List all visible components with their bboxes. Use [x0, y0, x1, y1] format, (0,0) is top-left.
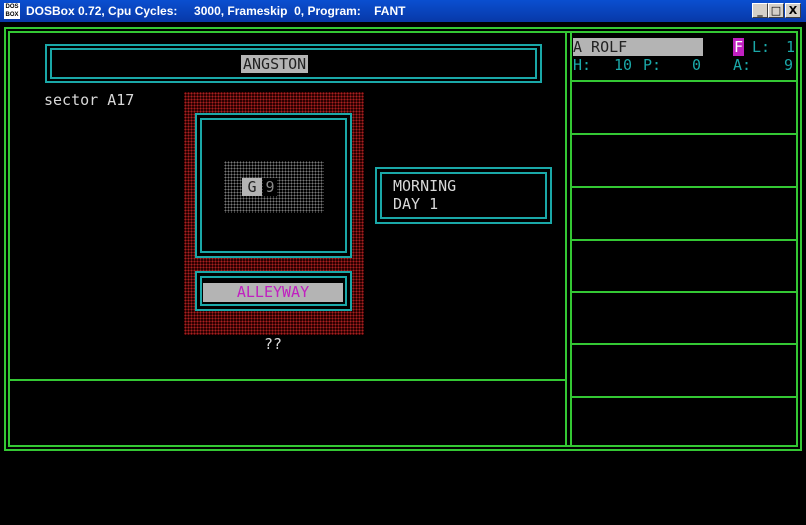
- minimize-button[interactable]: _: [752, 3, 768, 18]
- map-cell-player[interactable]: G: [242, 178, 262, 196]
- level-label: L:: [752, 38, 771, 56]
- sector-label: sector A17: [44, 91, 135, 109]
- window-title: DOSBox 0.72, Cpu Cycles: 3000, Frameskip…: [26, 4, 406, 18]
- dos-screen[interactable]: ANGSTON sector A17 G 9 ALLEYWAY ?? MORNI…: [0, 22, 806, 525]
- close-button[interactable]: X: [785, 3, 801, 18]
- day-counter: DAY 1: [393, 195, 439, 213]
- map-cell[interactable]: 9: [263, 178, 277, 196]
- party-slot-divider: [572, 186, 796, 188]
- panel-divider: [565, 31, 567, 447]
- time-of-day: MORNING: [393, 177, 457, 195]
- hp-label: H:: [573, 56, 592, 74]
- p-value: 0: [692, 56, 702, 74]
- party-slot-divider: [572, 133, 796, 135]
- window-titlebar[interactable]: DOS BOX DOSBox 0.72, Cpu Cycles: 3000, F…: [0, 0, 806, 22]
- party-slot-divider: [572, 343, 796, 345]
- dosbox-app-icon[interactable]: DOS BOX: [4, 3, 20, 19]
- party-member-name[interactable]: A ROLF: [573, 38, 703, 56]
- hp-value: 10: [614, 56, 633, 74]
- location-name: ALLEYWAY: [203, 283, 343, 302]
- party-slot-divider: [572, 80, 796, 82]
- a-value: 9: [784, 56, 794, 74]
- party-slot-divider: [572, 396, 796, 398]
- maximize-button[interactable]: □: [768, 3, 784, 18]
- party-slot-divider: [572, 239, 796, 241]
- town-name: ANGSTON: [241, 55, 309, 73]
- level-value: 1: [786, 38, 796, 56]
- p-label: P:: [643, 56, 662, 74]
- a-label: A:: [733, 56, 752, 74]
- party-member-flag: F: [733, 38, 744, 56]
- unknown-indicator: ??: [264, 335, 283, 353]
- party-slot-divider: [572, 291, 796, 293]
- message-area-divider: [10, 379, 565, 381]
